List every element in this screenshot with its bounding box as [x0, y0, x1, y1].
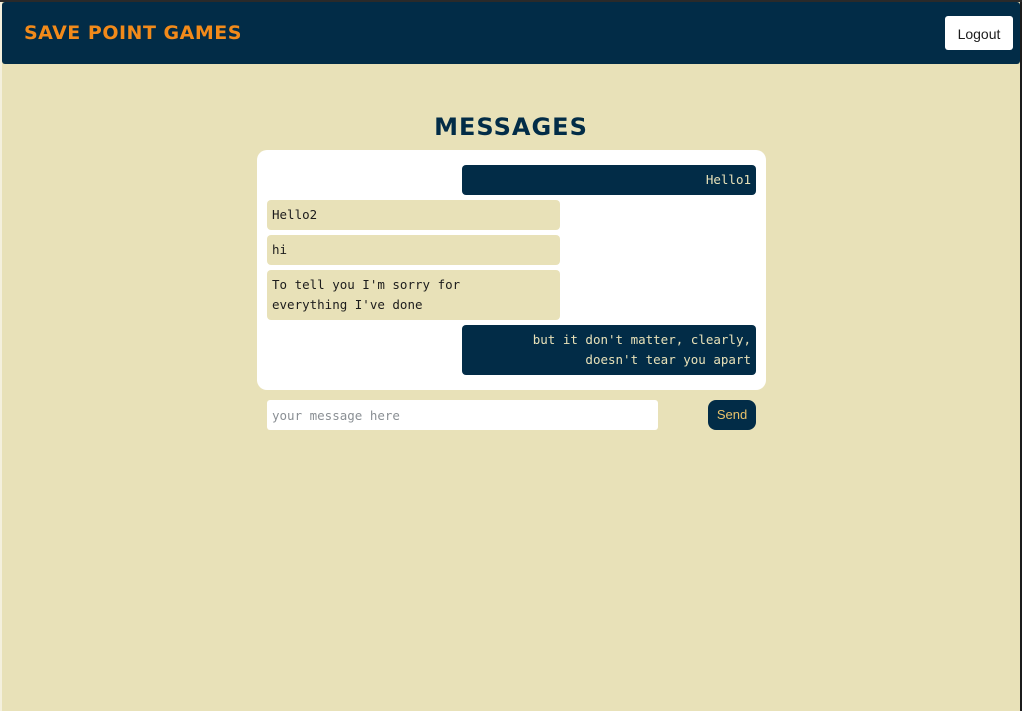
brand-logo-text[interactable]: Save Point Games — [24, 21, 242, 45]
logout-button[interactable]: Logout — [945, 16, 1013, 50]
window-left-edge — [0, 0, 2, 711]
navbar: Save Point Games Logout — [2, 2, 1020, 64]
message-input[interactable] — [267, 400, 658, 430]
message-bubble-sent: Hello1 — [462, 165, 756, 195]
message-list[interactable]: Hello1 Hello2 hi To tell you I'm sorry f… — [257, 150, 766, 390]
message-bubble-sent: but it don't matter, clearly, doesn't te… — [462, 325, 756, 375]
send-button[interactable]: Send — [708, 400, 756, 430]
message-bubble-received: Hello2 — [267, 200, 560, 230]
page-title: Messages — [434, 113, 588, 141]
message-bubble-received: hi — [267, 235, 560, 265]
message-bubble-received: To tell you I'm sorry for everything I'v… — [267, 270, 560, 320]
